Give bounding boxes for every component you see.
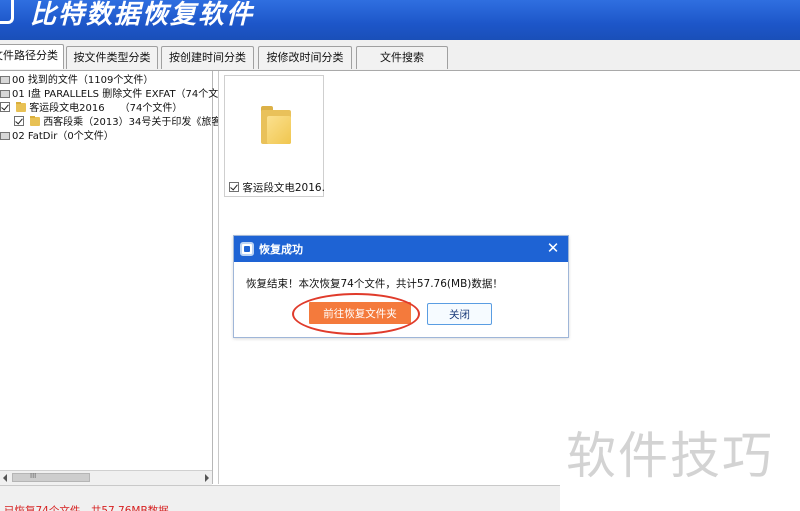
dialog-title-bar: 恢复成功 ✕	[234, 236, 568, 262]
disk-icon	[0, 132, 10, 140]
tree-item[interactable]: 02 FatDir（0个文件）	[0, 130, 114, 144]
tab-created-time[interactable]: 按创建时间分类	[161, 46, 254, 69]
tree-item[interactable]: 00 找到的文件（1109个文件）	[0, 74, 153, 88]
folder-icon	[261, 106, 291, 144]
tree-checkbox[interactable]	[14, 116, 24, 126]
scrollbar-thumb[interactable]	[12, 473, 90, 482]
recovery-success-dialog: 恢复成功 ✕ 恢复结束！本次恢复74个文件，共计57.76(MB)数据！ 前往恢…	[233, 235, 569, 338]
disk-icon	[0, 76, 10, 84]
directory-tree[interactable]: 00 找到的文件（1109个文件） 01 I盘 PARALLELS 删除文件 E…	[0, 71, 238, 485]
tree-item[interactable]: 01 I盘 PARALLELS 删除文件 EXFAT（74个文件）	[0, 88, 238, 102]
scrollbar-grip: III	[30, 472, 37, 480]
app-icon	[240, 242, 254, 256]
app-header: 比特数据恢复软件	[0, 0, 800, 40]
file-thumbnail[interactable]: 客运段文电2016...	[224, 75, 325, 197]
app-title: 比特数据恢复软件	[30, 0, 255, 30]
dialog-title: 恢复成功	[259, 243, 303, 256]
tree-item[interactable]: 客运段文电2016 （74个文件）	[0, 102, 182, 116]
file-label: 客运段文电2016...	[229, 181, 325, 197]
app-logo-icon	[0, 0, 14, 24]
horizontal-scrollbar[interactable]: III	[0, 470, 212, 485]
folder-icon	[16, 102, 27, 112]
disk-icon	[0, 90, 10, 98]
tree-item[interactable]: 西客段乘（2013）34号关于印发《旅客	[14, 116, 221, 130]
dialog-message: 恢复结束！本次恢复74个文件，共计57.76(MB)数据！	[246, 278, 503, 290]
close-icon[interactable]: ✕	[544, 239, 562, 257]
close-button[interactable]: 关闭	[427, 303, 492, 325]
scroll-right-arrow-icon[interactable]	[205, 474, 209, 482]
tab-file-type[interactable]: 按文件类型分类	[66, 46, 158, 69]
folder-icon	[30, 116, 41, 126]
scroll-left-arrow-icon[interactable]	[3, 474, 7, 482]
tab-file-path[interactable]: 文件路径分类	[0, 44, 64, 69]
tree-checkbox[interactable]	[0, 102, 10, 112]
status-bar: 已恢复74个文件，共57.76MB数据	[0, 485, 560, 511]
watermark: 软件技巧	[566, 427, 774, 485]
file-checkbox[interactable]	[229, 182, 239, 192]
tab-file-search[interactable]: 文件搜索	[356, 46, 448, 69]
open-recovery-folder-button[interactable]: 前往恢复文件夹	[309, 302, 411, 324]
tab-modified-time[interactable]: 按修改时间分类	[258, 46, 352, 69]
tab-bar: 文件路径分类 按文件类型分类 按创建时间分类 按修改时间分类 文件搜索	[0, 40, 800, 71]
